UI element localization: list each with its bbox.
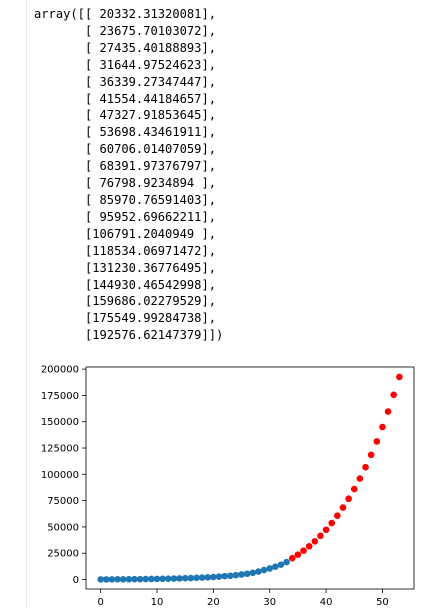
data-point-red xyxy=(334,512,341,519)
data-point-red xyxy=(305,542,313,550)
y-tick-label: 175000 xyxy=(41,391,79,402)
y-tick-label: 75000 xyxy=(47,496,79,507)
array-line: [ 85970.76591403], xyxy=(34,192,217,207)
data-point-red xyxy=(317,532,324,540)
data-point-red xyxy=(311,538,319,545)
array-line: [ 76798.9234894 ], xyxy=(34,176,217,191)
array-line: [118534.06971472], xyxy=(34,243,217,258)
array-line: [ 60706.01407059], xyxy=(34,142,217,157)
array-line: [144930.46542998], xyxy=(34,277,217,292)
data-point-red xyxy=(339,504,347,511)
data-point-red xyxy=(384,408,392,415)
data-point-blue xyxy=(148,575,155,583)
data-point-red xyxy=(390,391,398,399)
data-point-blue xyxy=(277,561,285,568)
data-point-blue xyxy=(255,568,262,575)
array-line: [131230.36776495], xyxy=(34,260,217,275)
data-point-blue xyxy=(243,570,251,578)
array-line: array([[ 20332.31320081], xyxy=(34,7,217,21)
data-point-blue xyxy=(283,558,290,566)
data-point-red xyxy=(288,554,296,562)
data-point-blue xyxy=(260,566,268,574)
data-point-red xyxy=(350,485,358,493)
y-tick-label: 125000 xyxy=(41,444,79,455)
data-point-blue xyxy=(193,574,200,582)
array-line: [ 53698.43461911], xyxy=(34,125,217,140)
y-tick-label: 100000 xyxy=(41,470,79,481)
data-point-blue xyxy=(102,576,110,583)
array-line: [ 36339.27347447], xyxy=(34,74,217,89)
data-point-red xyxy=(294,551,302,558)
data-point-red xyxy=(396,373,403,381)
data-point-blue xyxy=(215,573,223,580)
array-line: [ 23675.70103072], xyxy=(34,23,217,38)
scatter-chart: 0 10 20 30 40 50 0 25000 50000 75000 100000 125000 1… xyxy=(41,365,415,608)
data-point-blue xyxy=(226,572,234,580)
data-point-blue xyxy=(108,576,116,583)
x-tick-label: 40 xyxy=(320,597,333,608)
data-point-red xyxy=(322,526,330,534)
array-line: [ 95952.69662211], xyxy=(34,209,217,224)
array-line: [ 41554.44184657], xyxy=(34,91,217,106)
data-point-red xyxy=(345,495,352,503)
array-output: array([[ 20332.31320081], [ 23675.701030… xyxy=(34,6,223,344)
data-point-blue xyxy=(170,575,178,582)
array-line: [ 27435.40188893], xyxy=(34,40,217,55)
data-point-blue xyxy=(176,575,183,582)
array-line: [ 47327.91853645], xyxy=(34,108,217,123)
x-tick-label: 30 xyxy=(263,597,276,608)
plot-frame xyxy=(85,366,415,590)
data-point-blue xyxy=(153,575,161,583)
y-tick-label: 0 xyxy=(73,575,79,586)
array-line: [ 68391.97376797], xyxy=(34,159,217,174)
data-point-blue xyxy=(266,565,274,572)
data-point-blue xyxy=(232,571,240,579)
array-line: [106791.2040949 ], xyxy=(34,226,217,241)
scatter-plot: 0 10 20 30 40 50 0 25000 50000 75000 100000 125000 1… xyxy=(0,350,437,608)
data-point-blue xyxy=(131,575,138,583)
x-tick-label: 20 xyxy=(207,597,220,608)
data-point-blue xyxy=(142,575,150,583)
data-point-blue xyxy=(238,571,245,578)
data-point-blue xyxy=(221,572,228,580)
data-point-blue xyxy=(159,575,166,583)
data-point-blue xyxy=(136,575,144,583)
data-point-red xyxy=(328,519,336,527)
array-line: [175549.99284738], xyxy=(34,311,217,326)
data-point-blue xyxy=(181,574,189,582)
data-point-blue xyxy=(272,563,279,570)
y-tick-label: 25000 xyxy=(47,549,79,560)
data-point-red xyxy=(379,423,386,431)
array-line: [159686.02279529], xyxy=(34,294,217,309)
data-point-blue xyxy=(187,574,195,582)
array-line: [192576.62147379]]) xyxy=(34,328,224,343)
data-point-red xyxy=(373,438,381,445)
data-point-blue xyxy=(97,576,104,583)
x-tick-label: 50 xyxy=(376,597,389,608)
x-tick-label: 10 xyxy=(151,597,164,608)
data-point-blue xyxy=(204,574,212,581)
data-point-red xyxy=(367,451,375,459)
y-tick-label: 150000 xyxy=(41,417,79,428)
data-point-blue xyxy=(114,576,121,583)
x-tick-label: 0 xyxy=(97,597,103,608)
y-tick-label: 50000 xyxy=(47,522,79,533)
data-point-blue xyxy=(125,575,133,583)
data-point-red xyxy=(362,463,369,471)
data-point-blue xyxy=(210,573,217,581)
data-point-blue xyxy=(119,576,127,583)
data-point-blue xyxy=(249,569,257,577)
data-point-blue xyxy=(164,575,172,582)
data-point-red xyxy=(356,475,364,482)
data-point-blue xyxy=(198,574,206,581)
y-tick-label: 200000 xyxy=(41,365,79,376)
data-point-red xyxy=(300,547,307,554)
array-line: [ 31644.97524623], xyxy=(34,57,217,72)
